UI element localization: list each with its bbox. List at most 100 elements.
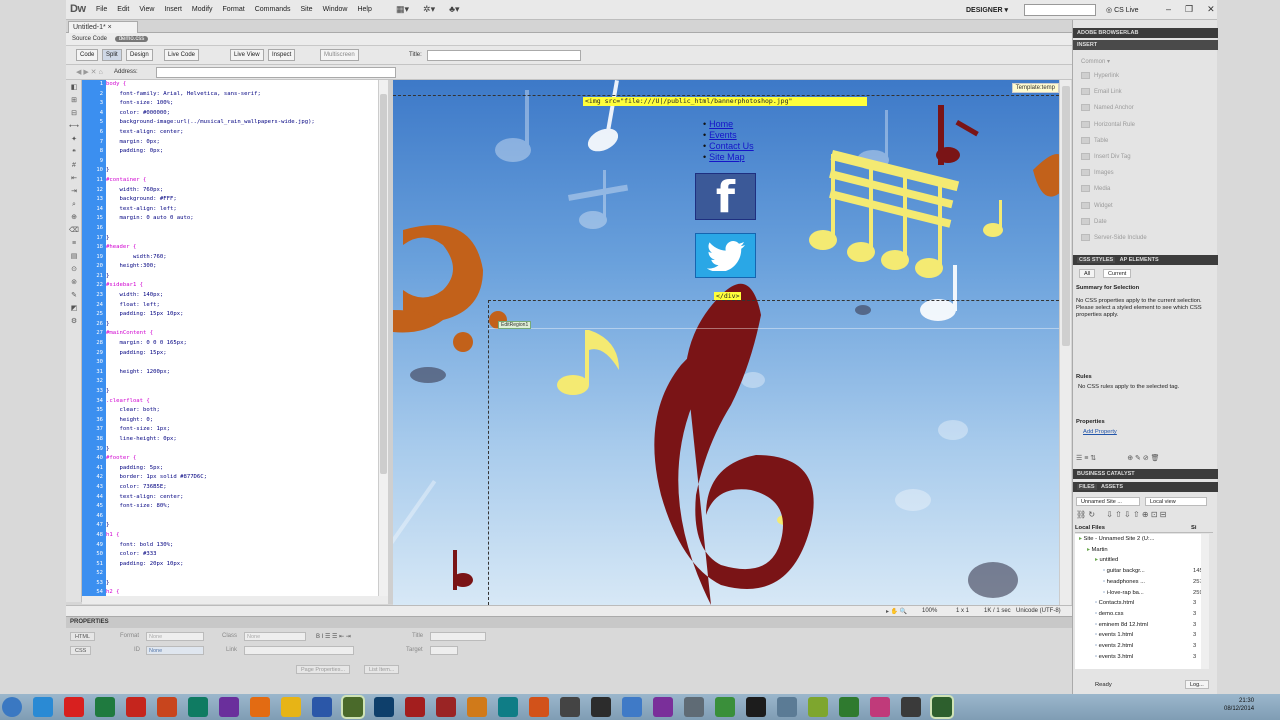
code-line[interactable]: margin: 0 auto 0 auto;	[106, 214, 378, 224]
select-tool-icon[interactable]: ▸ ✋ 🔍	[886, 608, 907, 615]
insert-panel-header[interactable]: INSERT	[1073, 40, 1218, 50]
link-input[interactable]	[244, 646, 354, 655]
code-line[interactable]: padding: 15px 10px;	[106, 310, 378, 320]
coding-tool-icon[interactable]: ≡	[69, 239, 79, 249]
facebook-icon[interactable]: f	[695, 173, 756, 222]
title-prop-input[interactable]	[430, 632, 486, 641]
coding-tool-icon[interactable]: ◩	[69, 304, 79, 314]
code-scrollbar-thumb[interactable]	[380, 94, 387, 474]
tab-assets[interactable]: ASSETS	[1101, 484, 1123, 490]
restore-icon[interactable]: ❐	[1185, 4, 1193, 15]
code-line[interactable]: background: #FFF;	[106, 195, 378, 205]
coding-tool-icon[interactable]: ◧	[69, 83, 79, 93]
code-line[interactable]: float: left;	[106, 301, 378, 311]
code-line[interactable]: .clearfloat {	[106, 397, 378, 407]
acrobat-icon[interactable]	[126, 697, 146, 717]
opera-icon[interactable]	[64, 697, 84, 717]
code-line[interactable]: }	[106, 234, 378, 244]
app-grey-icon[interactable]	[684, 697, 704, 717]
close-icon[interactable]: ✕	[1207, 4, 1215, 15]
coding-tool-icon[interactable]: ✦	[69, 135, 79, 145]
file-tree-item[interactable]: ▫ events 3.html 3	[1075, 652, 1205, 662]
insert-item[interactable]: Server-Side Include	[1081, 234, 1147, 241]
chrome-icon[interactable]	[281, 697, 301, 717]
file-tree-item[interactable]: ▫ demo.css 3	[1075, 609, 1205, 619]
menu-site[interactable]: Site	[301, 6, 313, 13]
app-green-icon[interactable]	[715, 697, 735, 717]
director-icon[interactable]	[436, 697, 456, 717]
code-line[interactable]: height: 1200px;	[106, 368, 378, 378]
help-search-input[interactable]	[1024, 4, 1096, 16]
app-dark2-icon[interactable]	[901, 697, 921, 717]
size-header[interactable]: Si	[1191, 525, 1196, 532]
code-line[interactable]: font-size: 1px;	[106, 425, 378, 435]
code-line[interactable]: #container {	[106, 176, 378, 186]
code-line[interactable]: }	[106, 387, 378, 397]
file-tree-item[interactable]: ▫ i-love-rap ba... 259	[1075, 588, 1205, 598]
code-line[interactable]: line-height: 0px;	[106, 435, 378, 445]
menu-view[interactable]: View	[139, 6, 154, 13]
code-line[interactable]	[106, 569, 378, 579]
excel-icon[interactable]	[95, 697, 115, 717]
coding-tool-icon[interactable]: ⊚	[69, 278, 79, 288]
dreamweaver-icon[interactable]	[341, 695, 365, 719]
window-size[interactable]: 1 x 1	[956, 608, 969, 614]
menu-commands[interactable]: Commands	[255, 6, 291, 13]
app-pink-icon[interactable]	[870, 697, 890, 717]
code-line[interactable]: margin: 0 0 0 165px;	[106, 339, 378, 349]
code-line[interactable]: #mainContent {	[106, 329, 378, 339]
matlab-icon[interactable]	[467, 697, 487, 717]
insert-item[interactable]: Horizontal Rule	[1081, 120, 1135, 128]
powerpoint-icon[interactable]	[157, 697, 177, 717]
tab-css-styles[interactable]: CSS STYLES	[1077, 257, 1116, 263]
code-line[interactable]: color: #333	[106, 550, 378, 560]
code-editor[interactable]: body { font-family: Arial, Helvetica, sa…	[106, 80, 378, 596]
unity-icon[interactable]	[560, 697, 580, 717]
app-blue-icon[interactable]	[622, 697, 642, 717]
cs-live-button[interactable]: ◎ CS Live	[1106, 6, 1139, 14]
photoshop-icon[interactable]	[374, 697, 394, 717]
code-line[interactable]: #footer {	[106, 454, 378, 464]
related-file-demo-css[interactable]: demo.css	[114, 36, 149, 42]
code-line[interactable]: margin: 0px;	[106, 138, 378, 148]
site-select[interactable]: Unnamed Site ...	[1076, 497, 1140, 506]
code-line[interactable]: }	[106, 166, 378, 176]
code-line[interactable]: padding: 5px;	[106, 464, 378, 474]
app-purple-icon[interactable]	[653, 697, 673, 717]
workspace-switcher[interactable]: DESIGNER ▾	[966, 6, 1008, 14]
coding-tool-icon[interactable]: ⊞	[69, 96, 79, 106]
code-line[interactable]	[106, 224, 378, 234]
design-scrollbar-thumb[interactable]	[1062, 86, 1070, 346]
file-tree-item[interactable]: ▫ events 2.html 3	[1075, 641, 1205, 651]
properties-header[interactable]: PROPERTIES	[66, 617, 1072, 628]
coding-tool-icon[interactable]: ⇥	[69, 187, 79, 197]
app-lime-icon[interactable]	[808, 697, 828, 717]
code-line[interactable]: clear: both;	[106, 406, 378, 416]
code-line[interactable]: padding: 15px;	[106, 349, 378, 359]
class-select[interactable]: None	[244, 632, 306, 641]
design-view[interactable]: Template:temp <img src="file:///U|/publi…	[393, 80, 1059, 605]
app-active-icon[interactable]	[930, 695, 954, 719]
view-select[interactable]: Local view	[1145, 497, 1207, 506]
insert-item[interactable]: Widget	[1081, 201, 1113, 209]
code-line[interactable]: font-size: 80%;	[106, 502, 378, 512]
nav-link-contact[interactable]: Contact Us	[703, 141, 754, 152]
file-tree-item[interactable]: ▫ guitar backgr... 145	[1075, 566, 1205, 576]
code-line[interactable]: color: 736B5E;	[106, 483, 378, 493]
live-view-button[interactable]: Live View	[230, 49, 264, 61]
files-toolbar-icons[interactable]: ⛓ ↻ ⇩ ⇧ ⇩ ⇧ ⊕ ⊡ ⊟	[1076, 511, 1166, 519]
insert-item[interactable]: Insert Div Tag	[1081, 153, 1131, 160]
code-line[interactable]: text-align: center;	[106, 493, 378, 503]
visual-studio-icon[interactable]	[219, 697, 239, 717]
code-line[interactable]	[106, 157, 378, 167]
code-line[interactable]	[106, 512, 378, 522]
nav-link-events[interactable]: Events	[703, 130, 754, 141]
tab-untitled-1[interactable]: Untitled-1* ×	[68, 21, 138, 33]
code-line[interactable]: height:300;	[106, 262, 378, 272]
insert-item[interactable]: Table	[1081, 136, 1108, 144]
document-title-input[interactable]	[427, 50, 581, 61]
menu-format[interactable]: Format	[223, 6, 245, 13]
split-view-button[interactable]: Split	[102, 49, 122, 61]
all-button[interactable]: All	[1079, 269, 1096, 278]
list-item-button[interactable]: List Item...	[364, 665, 400, 674]
